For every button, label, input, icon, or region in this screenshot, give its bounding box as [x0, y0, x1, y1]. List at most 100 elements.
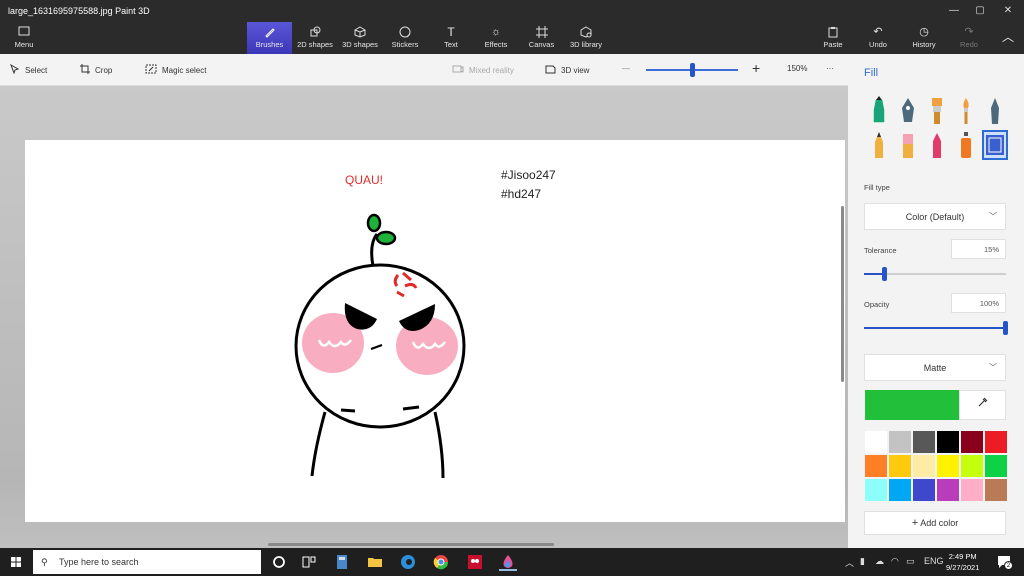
- pencil-icon: [875, 132, 883, 158]
- palette-swatch[interactable]: [984, 430, 1008, 454]
- tolerance-label: Tolerance: [864, 246, 897, 255]
- 3d-view-button[interactable]: 3D view: [545, 64, 589, 76]
- task-view-button[interactable]: [300, 553, 318, 571]
- palette-swatch[interactable]: [912, 478, 936, 502]
- tolerance-input[interactable]: 15%: [951, 239, 1006, 259]
- horizontal-scrollbar[interactable]: [268, 543, 554, 546]
- palette-swatch[interactable]: [864, 454, 888, 478]
- tolerance-slider-thumb[interactable]: [882, 267, 888, 281]
- crayon-brush[interactable]: [924, 130, 950, 160]
- mixed-reality-button[interactable]: Mixed reality: [452, 64, 514, 76]
- chevron-up-icon[interactable]: ︿: [845, 556, 854, 569]
- oil-brush[interactable]: [924, 96, 950, 126]
- battery-icon[interactable]: ▭: [906, 556, 915, 567]
- 3d-view-label: 3D view: [561, 65, 590, 75]
- pencil-brush[interactable]: [866, 130, 892, 160]
- more-options-button[interactable]: ···: [826, 64, 834, 73]
- add-color-label: Add color: [920, 518, 959, 528]
- language-indicator[interactable]: ENG: [924, 556, 944, 566]
- tab-text[interactable]: T Text: [436, 22, 466, 54]
- minimize-button[interactable]: —: [940, 0, 968, 22]
- zoom-in-button[interactable]: +: [752, 60, 760, 76]
- maximize-button[interactable]: ▢: [966, 0, 994, 22]
- tab-3d-library[interactable]: 3D library: [566, 22, 606, 54]
- crop-button[interactable]: Crop: [80, 64, 112, 76]
- undo-button[interactable]: ↶ Undo: [863, 22, 893, 54]
- palette-swatch[interactable]: [864, 430, 888, 454]
- drawing-canvas[interactable]: QUAU! #Jisoo247 #hd247: [25, 140, 845, 522]
- palette-swatch[interactable]: [984, 454, 1008, 478]
- tab-stickers[interactable]: Stickers: [386, 22, 424, 54]
- palette-swatch[interactable]: [912, 430, 936, 454]
- people-icon: [468, 555, 482, 569]
- finish-dropdown[interactable]: Matte ﹀: [864, 354, 1006, 381]
- onedrive-icon[interactable]: ☁: [875, 556, 884, 567]
- people-app[interactable]: [466, 553, 484, 571]
- cortana-button[interactable]: [270, 553, 288, 571]
- cortana-icon: [273, 556, 285, 568]
- edge-app[interactable]: [399, 553, 417, 571]
- opacity-slider-fill: [864, 327, 1006, 329]
- palette-swatch[interactable]: [864, 478, 888, 502]
- palette-swatch[interactable]: [960, 454, 984, 478]
- calligraphy-pen-brush[interactable]: [895, 96, 921, 126]
- palette-swatch[interactable]: [888, 478, 912, 502]
- tab-brushes[interactable]: Brushes: [247, 22, 292, 54]
- calculator-app[interactable]: [333, 553, 351, 571]
- tab-effects[interactable]: ☼ Effects: [480, 22, 512, 54]
- palette-swatch[interactable]: [960, 478, 984, 502]
- palette-swatch[interactable]: [888, 430, 912, 454]
- opacity-slider-thumb[interactable]: [1003, 321, 1008, 335]
- fill-panel: Fill Fill type Color (Default) ﹀ Toleran…: [848, 54, 1024, 548]
- paint-3d-app[interactable]: [499, 553, 517, 571]
- collapse-ribbon-button[interactable]: ︿: [998, 22, 1018, 54]
- palette-swatch[interactable]: [936, 430, 960, 454]
- palette-swatch[interactable]: [888, 454, 912, 478]
- marker-brush[interactable]: [866, 96, 892, 126]
- tab-2d-shapes[interactable]: 2D shapes: [294, 22, 336, 54]
- paste-label: Paste: [823, 40, 843, 49]
- redo-button[interactable]: ↷ Redo: [954, 22, 984, 54]
- select-button[interactable]: Select: [10, 63, 47, 76]
- notifications-button[interactable]: 2: [996, 554, 1013, 570]
- palette-swatch[interactable]: [936, 478, 960, 502]
- pixel-pen-brush[interactable]: [982, 96, 1008, 126]
- character-drawing: [294, 213, 466, 479]
- chrome-app[interactable]: [432, 553, 450, 571]
- fill-type-dropdown[interactable]: Color (Default) ﹀: [864, 203, 1006, 230]
- magic-select-button[interactable]: Magic select: [145, 64, 206, 76]
- system-clock[interactable]: 2:49 PM 9/27/2021: [946, 551, 979, 573]
- vertical-scrollbar[interactable]: [841, 206, 844, 382]
- tab-label: 3D shapes: [342, 40, 378, 49]
- microphone-icon[interactable]: ▮: [860, 556, 865, 567]
- taskbar-search-box[interactable]: ⚲ Type here to search: [33, 550, 261, 574]
- file-explorer-app[interactable]: [366, 553, 384, 571]
- wifi-icon[interactable]: ◠: [891, 556, 899, 567]
- palette-swatch[interactable]: [984, 478, 1008, 502]
- zoom-value[interactable]: 150%: [787, 64, 807, 73]
- watercolor-brush[interactable]: [953, 96, 979, 126]
- search-icon: ⚲: [41, 557, 48, 567]
- zoom-slider-thumb[interactable]: [690, 63, 695, 77]
- current-color-swatch[interactable]: [865, 390, 959, 420]
- palette-swatch[interactable]: [936, 454, 960, 478]
- add-color-button[interactable]: + Add color: [864, 511, 1006, 535]
- undo-label: Undo: [869, 40, 887, 49]
- zoom-out-button[interactable]: —: [622, 64, 630, 73]
- palette-swatch[interactable]: [960, 430, 984, 454]
- menu-button[interactable]: Menu: [4, 22, 44, 54]
- start-button[interactable]: [0, 548, 32, 576]
- eraser-brush[interactable]: [895, 130, 921, 160]
- opacity-input[interactable]: 100%: [951, 293, 1006, 313]
- menu-label: Menu: [14, 40, 34, 49]
- tab-3d-shapes[interactable]: 3D shapes: [339, 22, 381, 54]
- tab-canvas[interactable]: Canvas: [525, 22, 558, 54]
- eyedropper-button[interactable]: [959, 390, 1006, 420]
- spray-can-brush[interactable]: [953, 130, 979, 160]
- palette-swatch[interactable]: [912, 454, 936, 478]
- paste-button[interactable]: Paste: [818, 22, 848, 54]
- work-area[interactable]: QUAU! #Jisoo247 #hd247: [0, 86, 848, 548]
- close-button[interactable]: ✕: [994, 0, 1022, 22]
- fill-bucket-brush[interactable]: [982, 130, 1008, 160]
- history-button[interactable]: ◷ History: [906, 22, 942, 54]
